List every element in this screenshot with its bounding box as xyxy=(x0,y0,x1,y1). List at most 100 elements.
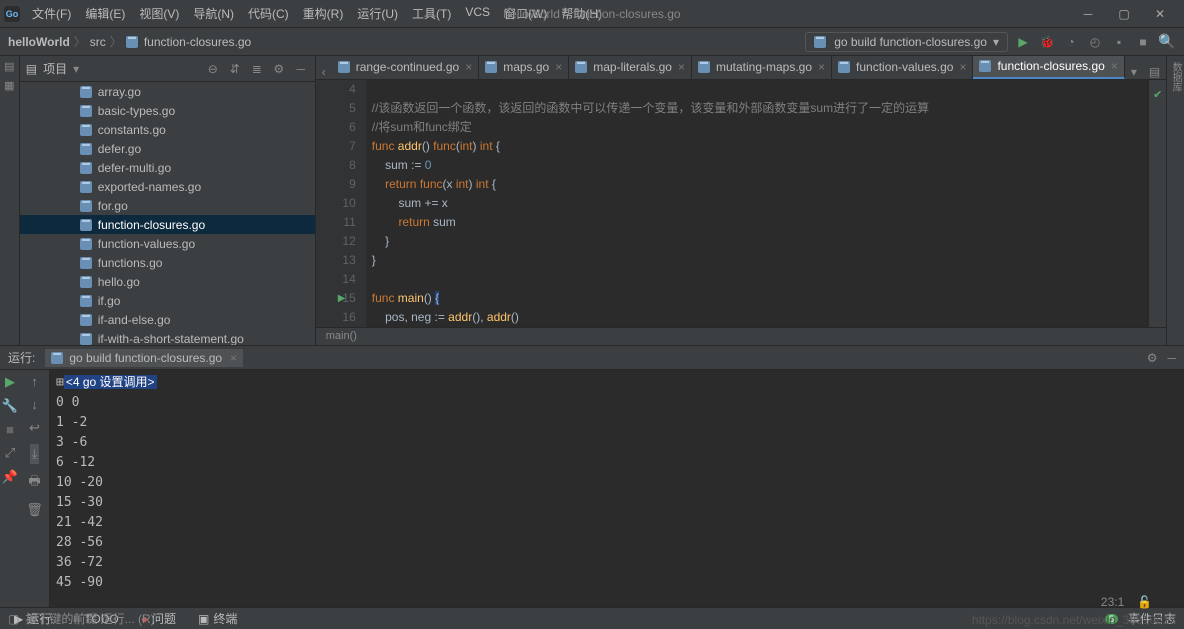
up-icon[interactable]: ↑ xyxy=(31,374,38,389)
close-tab-icon[interactable]: × xyxy=(678,60,685,74)
chevron-down-icon[interactable]: ▾ xyxy=(73,62,79,76)
editor-tab[interactable]: mutating-maps.go× xyxy=(692,56,832,79)
go-file-icon xyxy=(80,257,92,269)
right-tool-strip: 数据库 xyxy=(1166,56,1184,345)
go-file-icon xyxy=(80,333,92,345)
tabs-more-icon[interactable]: ▾ xyxy=(1125,65,1143,79)
hide-panel-icon[interactable]: ─ xyxy=(1167,351,1176,365)
run-tab[interactable]: go build function-closures.go × xyxy=(45,349,243,367)
menu-edit[interactable]: 编辑(E) xyxy=(79,3,131,24)
down-icon[interactable]: ↓ xyxy=(31,397,38,412)
stop-button[interactable]: ■ xyxy=(1134,33,1152,51)
file-item[interactable]: defer.go xyxy=(20,139,315,158)
breadcrumb-pkg[interactable]: src xyxy=(90,35,106,49)
collapse-icon[interactable]: ⊖ xyxy=(205,62,221,76)
scroll-icon[interactable]: ⤓ xyxy=(30,444,40,464)
wrench-icon[interactable]: 🔧 xyxy=(2,398,18,414)
project-tool-icon[interactable]: ▤ xyxy=(4,60,14,73)
file-item[interactable]: hello.go xyxy=(20,272,315,291)
file-name: for.go xyxy=(98,199,128,213)
file-item[interactable]: exported-names.go xyxy=(20,177,315,196)
status-hint: 按下键的前缀 运行... (R) xyxy=(25,610,154,627)
file-item[interactable]: if-and-else.go xyxy=(20,310,315,329)
file-item[interactable]: function-closures.go xyxy=(20,215,315,234)
file-item[interactable]: if.go xyxy=(20,291,315,310)
gear-icon[interactable]: ⚙ xyxy=(1147,351,1158,365)
breadcrumb-project[interactable]: helloWorld xyxy=(8,35,70,49)
tabs-list-icon[interactable]: ▤ xyxy=(1143,65,1166,79)
rerun-icon[interactable]: ▶ xyxy=(5,374,15,390)
gear-icon[interactable]: ⚙ xyxy=(271,62,287,76)
close-tab-icon[interactable]: × xyxy=(818,60,825,74)
database-tool-label[interactable]: 数据库 xyxy=(1168,62,1183,92)
titlebar: Go 文件(F) 编辑(E) 视图(V) 导航(N) 代码(C) 重构(R) 运… xyxy=(0,0,1184,28)
profile-icon[interactable]: ◴ xyxy=(1086,33,1104,51)
navigation-bar: helloWorld 〉 src 〉 function-closures.go … xyxy=(0,28,1184,56)
structure-tool-icon[interactable]: ▦ xyxy=(4,79,14,92)
close-tab-icon[interactable]: × xyxy=(465,60,472,74)
file-item[interactable]: constants.go xyxy=(20,120,315,139)
console-output[interactable]: ⊞<4 go 设置调用> 0 0 1 -2 3 -6 6 -12 10 -20 … xyxy=(50,370,1184,607)
maximize-icon[interactable]: ▢ xyxy=(1112,7,1136,21)
tabs-back-icon[interactable]: ‹ xyxy=(316,65,332,79)
editor-tab[interactable]: maps.go× xyxy=(479,56,569,79)
go-file-icon xyxy=(80,314,92,326)
editor-tab[interactable]: range-continued.go× xyxy=(332,56,479,79)
file-name: hello.go xyxy=(98,275,140,289)
close-tab-icon[interactable]: × xyxy=(555,60,562,74)
wrap-icon[interactable]: ↩ xyxy=(29,420,40,436)
editor-tabs: ‹ range-continued.go×maps.go×map-literal… xyxy=(316,56,1166,80)
run-gutter-icon[interactable]: ▶ xyxy=(338,289,346,308)
file-item[interactable]: basic-types.go xyxy=(20,101,315,120)
file-item[interactable]: if-with-a-short-statement.go xyxy=(20,329,315,345)
run-button[interactable]: ▶ xyxy=(1014,33,1032,51)
file-item[interactable]: array.go xyxy=(20,82,315,101)
pin-icon[interactable]: 📌 xyxy=(2,469,18,485)
debug-button[interactable]: 🐞 xyxy=(1038,33,1056,51)
close-tab-icon[interactable]: × xyxy=(230,351,237,365)
project-panel-icon: ▤ xyxy=(26,62,37,76)
menu-navigate[interactable]: 导航(N) xyxy=(187,3,240,24)
close-tab-icon[interactable]: × xyxy=(959,60,966,74)
code-editor[interactable]: 456789101112131415▶16 //该函数返回一个函数，该返回的函数… xyxy=(316,80,1166,327)
menu-vcs[interactable]: VCS xyxy=(459,3,496,24)
stop-icon[interactable]: ■ xyxy=(6,422,14,437)
menu-file[interactable]: 文件(F) xyxy=(26,3,77,24)
minimize-icon[interactable]: ─ xyxy=(1076,7,1100,21)
menu-refactor[interactable]: 重构(R) xyxy=(297,3,350,24)
go-file-icon xyxy=(80,295,92,307)
run-panel-title: 运行: xyxy=(8,349,35,366)
cursor-position: 23:1 xyxy=(1101,595,1124,609)
file-item[interactable]: functions.go xyxy=(20,253,315,272)
menu-run[interactable]: 运行(U) xyxy=(351,3,404,24)
menu-view[interactable]: 视图(V) xyxy=(133,3,185,24)
go-file-icon xyxy=(80,124,92,136)
print-icon[interactable]: 🖶 xyxy=(28,472,40,494)
terminal-tool-tab[interactable]: ▣终端 xyxy=(192,608,243,629)
editor-tab[interactable]: function-closures.go× xyxy=(973,56,1124,79)
file-item[interactable]: function-values.go xyxy=(20,234,315,253)
breadcrumb-file[interactable]: function-closures.go xyxy=(144,35,251,49)
menu-tools[interactable]: 工具(T) xyxy=(406,3,457,24)
close-icon[interactable]: ✕ xyxy=(1148,7,1172,21)
file-item[interactable]: for.go xyxy=(20,196,315,215)
editor-tab[interactable]: map-literals.go× xyxy=(569,56,692,79)
close-tab-icon[interactable]: × xyxy=(1111,59,1118,73)
watermark: https://blog.csdn.net/weixin_38510813 xyxy=(972,613,1176,627)
file-name: if-with-a-short-statement.go xyxy=(98,332,244,346)
menu-code[interactable]: 代码(C) xyxy=(242,3,295,24)
trash-icon[interactable]: 🗑 xyxy=(26,502,43,518)
layout-icon[interactable]: ⤢ xyxy=(5,445,15,461)
terminal-icon: ▣ xyxy=(198,612,209,626)
checkmark-icon: ✔ xyxy=(1153,86,1162,105)
expand-icon[interactable]: ⇵ xyxy=(227,62,243,76)
coverage-icon[interactable]: ◔ xyxy=(1062,33,1080,51)
show-options-icon[interactable]: ≣ xyxy=(249,62,265,76)
run-config-selector[interactable]: go build function-closures.go ▾ xyxy=(805,32,1008,52)
file-name: if.go xyxy=(98,294,121,308)
editor-tab[interactable]: function-values.go× xyxy=(832,56,973,79)
file-item[interactable]: defer-multi.go xyxy=(20,158,315,177)
search-icon[interactable]: 🔍 xyxy=(1158,33,1176,51)
hide-icon[interactable]: ─ xyxy=(293,62,309,76)
run-tab-label: go build function-closures.go xyxy=(69,351,222,365)
